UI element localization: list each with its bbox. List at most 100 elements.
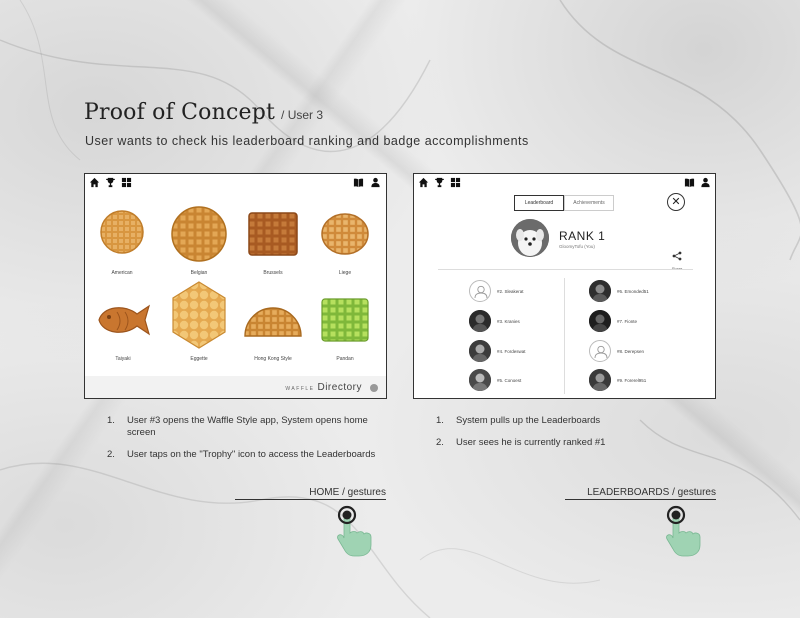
current-user-avatar <box>511 219 549 257</box>
avatar <box>589 280 611 302</box>
rank-username: GloomyTofu (You) <box>559 244 595 249</box>
tap-gesture-icon <box>666 505 701 557</box>
leaderboard-entry[interactable]: #3. Kranies <box>469 310 520 332</box>
waffle-tile-brussels[interactable]: Brussels <box>245 212 301 278</box>
step-text: User taps on the "Trophy" icon to access… <box>127 449 376 460</box>
entry-name: #4. Fordeswat <box>497 348 526 354</box>
avatar-photo <box>469 310 491 332</box>
divider <box>564 278 565 394</box>
trophy-icon[interactable] <box>434 177 445 188</box>
placeholder-avatar <box>469 280 491 302</box>
step-number: 1. <box>436 415 444 426</box>
waffle-label: Brussels <box>263 270 283 276</box>
step-text: System pulls up the Leaderboards <box>456 415 601 426</box>
waffle-tile-eggette[interactable]: Eggette <box>167 280 231 364</box>
waffle-label: Belgian <box>190 270 208 276</box>
waffle-label: Pandan <box>336 356 354 362</box>
tab-leaderboard[interactable]: Leaderboard <box>514 195 564 211</box>
taiyaki-image <box>98 304 151 336</box>
step-text: User sees he is currently ranked #1 <box>456 437 606 448</box>
leaderboard-entry[interactable]: #2. Sleakerat <box>469 280 524 302</box>
home-screen-mockup: American Belgian Brussels Liege Taiyaki <box>84 173 387 399</box>
step-item: 1. System pulls up the Leaderboards <box>436 415 716 427</box>
avatar-photo <box>589 369 611 391</box>
entry-name: #5. Conoest <box>497 377 522 383</box>
home-icon[interactable] <box>418 177 429 188</box>
step-number: 2. <box>107 449 115 460</box>
book-icon[interactable] <box>353 177 364 188</box>
belgian-waffle-image <box>171 206 227 262</box>
close-icon: ✕ <box>671 195 681 208</box>
rank-title: RANK 1 <box>559 229 606 243</box>
grid-icon[interactable] <box>121 177 132 188</box>
home-topbar <box>85 174 386 192</box>
waffle-label: Liege <box>338 270 352 276</box>
leaderboard-tabs: Leaderboard Achievements <box>514 195 614 211</box>
step-text: User #3 opens the Waffle Style app, Syst… <box>127 415 368 438</box>
brand-small-text: WAFFLE <box>285 386 315 392</box>
leaderboard-entry[interactable]: #6. Emonded51 <box>589 280 649 302</box>
entry-name: #7. Fionte <box>617 318 638 324</box>
close-button[interactable]: ✕ <box>667 193 685 211</box>
dog-photo <box>511 219 549 257</box>
waffle-tile-hong-kong-style[interactable]: Hong Kong Style <box>237 300 309 364</box>
waffle-tile-american[interactable]: American <box>97 208 147 278</box>
avatar <box>589 369 611 391</box>
waffle-tile-pandan[interactable]: Pandan <box>317 298 373 364</box>
liege-waffle-image <box>321 213 369 255</box>
american-waffle-image <box>100 210 144 254</box>
entry-name: #8. Derepsen <box>617 348 645 354</box>
entry-name: #2. Sleakerat <box>497 288 524 294</box>
hong-kong-waffle-image <box>244 307 302 337</box>
leaderboard-entry[interactable]: #5. Conoest <box>469 369 521 391</box>
leaderboard-entry[interactable]: #8. Derepsen <box>589 340 644 362</box>
leaderboard-screen-mockup: Leaderboard Achievements ✕ RANK 1 Gloomy… <box>413 173 716 399</box>
book-icon[interactable] <box>684 177 695 188</box>
person-icon[interactable] <box>700 177 711 188</box>
page-subtitle: User wants to check his leaderboard rank… <box>85 134 529 148</box>
avatar-photo <box>589 280 611 302</box>
page-title: Proof of Concept <box>84 100 276 125</box>
home-footer: WAFFLE Directory <box>85 376 386 398</box>
leaderboard-entry[interactable]: #4. Fordeswat <box>469 340 526 362</box>
step-number: 2. <box>436 437 444 448</box>
tap-gesture-icon <box>337 505 372 557</box>
tab-achievements[interactable]: Achievements <box>564 195 614 211</box>
entry-name: #6. Emonded51 <box>617 288 649 294</box>
home-icon[interactable] <box>89 177 100 188</box>
avatar-photo <box>589 310 611 332</box>
brussels-waffle-image <box>248 212 298 256</box>
waffle-tile-belgian[interactable]: Belgian <box>169 206 229 278</box>
waffle-tile-taiyaki[interactable]: Taiyaki <box>93 298 153 364</box>
step-number: 1. <box>107 415 115 426</box>
pandan-waffle-image <box>321 298 369 342</box>
user-placeholder-icon <box>594 345 608 359</box>
page-title-group: Proof of Concept / User 3 <box>84 100 323 125</box>
share-button[interactable]: Share <box>670 248 684 271</box>
trophy-icon[interactable] <box>105 177 116 188</box>
share-icon <box>672 251 682 261</box>
info-icon[interactable] <box>370 384 378 392</box>
avatar <box>469 340 491 362</box>
leaderboard-entry[interactable]: #9. Forerel951 <box>589 369 646 391</box>
avatar-photo <box>469 369 491 391</box>
waffle-directory-brand: WAFFLE Directory <box>285 382 362 393</box>
waffle-label: Eggette <box>190 356 208 362</box>
grid-icon[interactable] <box>450 177 461 188</box>
waffle-label: Taiyaki <box>115 356 131 362</box>
leaderboard-entry[interactable]: #7. Fionte <box>589 310 637 332</box>
eggette-image <box>172 281 226 349</box>
person-icon[interactable] <box>370 177 381 188</box>
step-item: 1. User #3 opens the Waffle Style app, Sy… <box>107 415 392 439</box>
waffle-label: Hong Kong Style <box>254 356 292 362</box>
leaderboard-topbar <box>414 174 715 192</box>
avatar <box>589 310 611 332</box>
placeholder-avatar <box>589 340 611 362</box>
waffle-tile-liege[interactable]: Liege <box>317 212 373 278</box>
waffle-label: American <box>111 270 133 276</box>
divider <box>438 269 693 270</box>
avatar <box>469 369 491 391</box>
step-item: 2. User taps on the "Trophy" icon to acce… <box>107 449 392 461</box>
leaderboards-gestures-label: LEADERBOARDS / gestures <box>565 487 716 500</box>
brand-big-text: Directory <box>317 382 362 393</box>
